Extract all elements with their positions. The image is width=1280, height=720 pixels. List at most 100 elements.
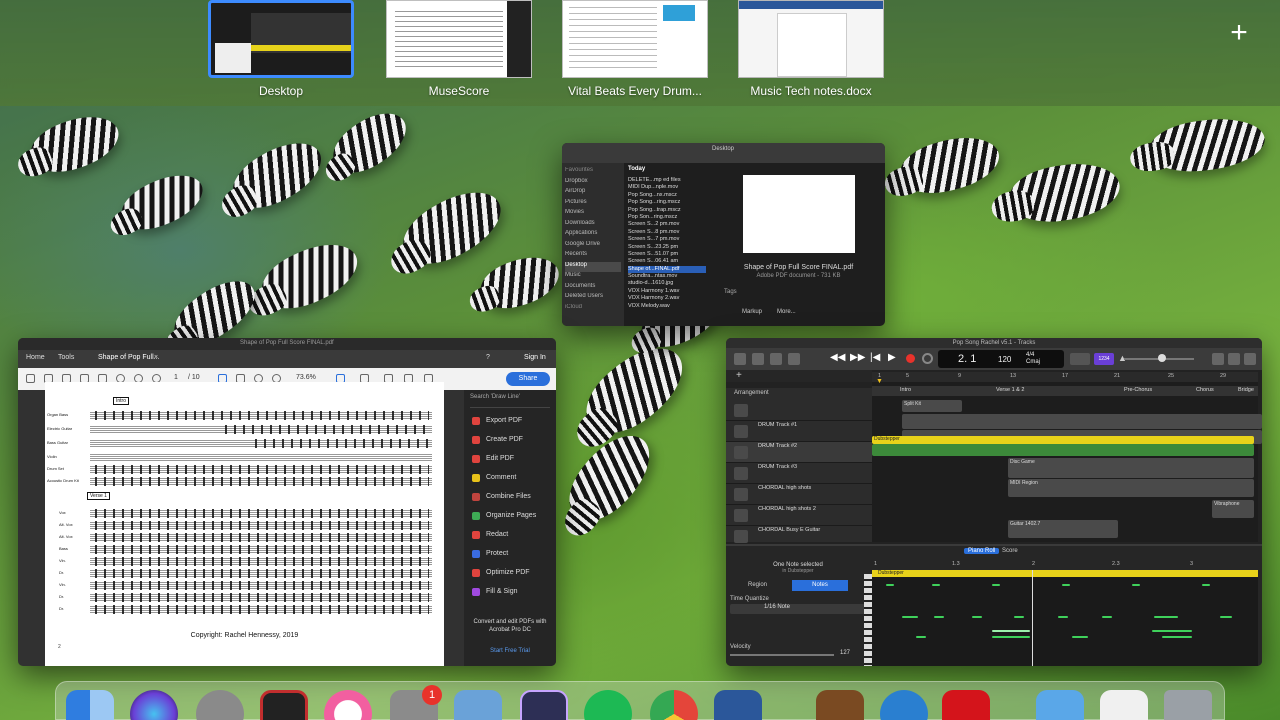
loops-icon[interactable] [1228,353,1240,365]
spotify-icon[interactable] [584,690,632,720]
system-preferences-icon[interactable]: 1 [390,685,442,720]
file-item[interactable]: Pop Song...nx.mscz [628,192,706,199]
sidebar-item-downloads[interactable]: Downloads [565,220,621,231]
tool-fill-sign[interactable]: Fill & Sign [470,585,550,604]
file-item[interactable]: Screen S...2 pm.mov [628,221,706,228]
midi-note[interactable] [1152,630,1192,632]
file-item-selected[interactable]: Shape of...FINAL.pdf [628,265,706,274]
close-tab-icon[interactable]: × [154,354,158,361]
guitar-region[interactable]: Guitar 1402.7 [1008,520,1118,538]
piano-roll[interactable]: 1 1.3 2 2.3 3 Dubstepper [864,560,1258,666]
midi-note[interactable] [972,616,982,618]
tool-edit-pdf[interactable]: Edit PDF [470,452,550,471]
region-tab[interactable]: Region [748,582,767,588]
midi-note[interactable] [1154,616,1178,618]
siri-icon[interactable] [130,690,178,720]
add-track-button[interactable]: + [736,370,742,381]
preview-icon[interactable] [454,690,502,720]
volume-knob[interactable] [1158,354,1166,362]
acrobat-window[interactable]: Shape of Pop Full Score FINAL.pdf Home T… [18,338,556,666]
add-space-button[interactable]: + [1222,18,1256,52]
notepad-icon[interactable] [1212,353,1224,365]
photo-booth-icon[interactable] [260,690,308,720]
velocity-value[interactable]: 127 [840,650,850,656]
sidebar-item-applications[interactable]: Applications [565,230,621,241]
tool-create-pdf[interactable]: Create PDF [470,433,550,452]
midi-note[interactable] [1132,584,1140,586]
file-item[interactable]: Screen S...06.41 am [628,258,706,265]
section-intro[interactable]: Intro [900,387,911,393]
tuner-button[interactable] [1070,353,1090,365]
track-header-chordal-1[interactable]: CHORDAL high shots [726,484,872,505]
midi-note[interactable] [1162,636,1192,638]
space-musescore[interactable]: MuseScore [386,0,532,98]
downloads-folder-icon[interactable] [1036,690,1084,720]
acrobat-icon[interactable] [942,690,990,720]
markup-button[interactable]: Markup [742,309,762,315]
bookmark-icon[interactable] [26,374,35,383]
midi-note[interactable] [1062,584,1070,586]
sidebar-item-google-drive[interactable]: Google Drive [565,241,621,252]
playhead-icon[interactable]: ▼ [876,378,883,385]
sidebar-item-documents[interactable]: Documents [565,283,621,294]
tab-document[interactable]: Shape of Pop Full... [98,354,159,361]
sidebar-item-deleted-users[interactable]: Deleted Users [565,293,621,304]
fast-forward-button[interactable]: ▶▶ [850,352,865,363]
track-header-drum-2[interactable]: DRUM Track #2 [726,442,872,463]
midi-note[interactable] [992,636,1030,638]
section-verse[interactable]: Verse 1 & 2 [996,387,1024,393]
midi-note-selected[interactable] [992,630,1030,632]
midi-region[interactable]: MIDI Region [1008,479,1254,497]
page-number-field[interactable]: 1 [174,374,178,381]
notes-tab[interactable]: Notes [792,580,848,591]
play-button[interactable]: ▶ [888,352,896,363]
file-item[interactable]: VOX Melody.wav [628,303,706,310]
sidebar-item-music[interactable]: Music [565,272,621,283]
launchpad-icon[interactable] [196,690,244,720]
file-item[interactable]: Pop Song...ring.mscz [628,199,706,206]
more-button[interactable]: More... [777,309,796,315]
file-item[interactable]: DELETE...mp ed files [628,177,706,184]
sidebar-item-dropbox[interactable]: Dropbox [565,178,621,189]
file-item[interactable]: Soundtra...ntas.mov [628,273,706,280]
finder-icon[interactable] [66,690,114,720]
sidebar-item-recents[interactable]: Recents [565,251,621,262]
chrome-icon[interactable] [650,690,698,720]
tool-combine-files[interactable]: Combine Files [470,490,550,509]
region[interactable] [902,414,1262,429]
documents-stack-icon[interactable] [1100,690,1148,720]
start-free-trial-link[interactable]: Start Free Trial [470,648,550,654]
time-quantize-select[interactable]: 1/16 Note [730,604,866,614]
track-header[interactable] [726,400,872,421]
library-button[interactable] [734,353,746,365]
tool-optimize-pdf[interactable]: Optimize PDF [470,566,550,585]
drum-region[interactable] [872,444,1254,456]
space-music-tech-notes[interactable]: Music Tech notes.docx [738,0,884,98]
help-icon[interactable]: ? [486,354,490,361]
cycle-button[interactable] [922,353,933,364]
file-item[interactable]: Screen S...8 pm.mov [628,229,706,236]
musescore-icon[interactable] [520,690,568,720]
file-item[interactable]: VOX Harmony 2.wav [628,295,706,302]
signin-button[interactable]: Sign In [524,354,546,361]
garageband-window[interactable]: Pop Song Rachel v5.1 - Tracks ◀◀ ▶▶ |◀ ▶… [726,338,1262,666]
file-item[interactable]: studio-d...1610.jpg [628,280,706,287]
midi-note[interactable] [1202,584,1210,586]
midi-note[interactable] [1058,616,1068,618]
file-item[interactable]: VOX Harmony 1.wav [628,288,706,295]
midi-note[interactable] [886,584,894,586]
track-header-chordal-2[interactable]: CHORDAL high shots 2 [726,505,872,526]
file-item[interactable]: MIDI Dup...nple.mov [628,184,706,191]
scissors-icon[interactable] [788,353,800,365]
piano-keyboard[interactable] [864,574,872,666]
space-vital-beats[interactable]: Vital Beats Every Drum... [562,0,708,98]
sidebar-item-pictures[interactable]: Pictures [565,199,621,210]
velocity-slider[interactable] [730,654,834,656]
file-item[interactable]: Screen S...23.25 pm [628,244,706,251]
tool-export-pdf[interactable]: Export PDF [470,414,550,433]
midi-note[interactable] [992,584,1000,586]
midi-note[interactable] [1102,616,1112,618]
midi-note[interactable] [932,584,940,586]
space-desktop[interactable]: Desktop [208,0,354,98]
dubstepper-region[interactable]: Dubstepper [872,436,1254,444]
